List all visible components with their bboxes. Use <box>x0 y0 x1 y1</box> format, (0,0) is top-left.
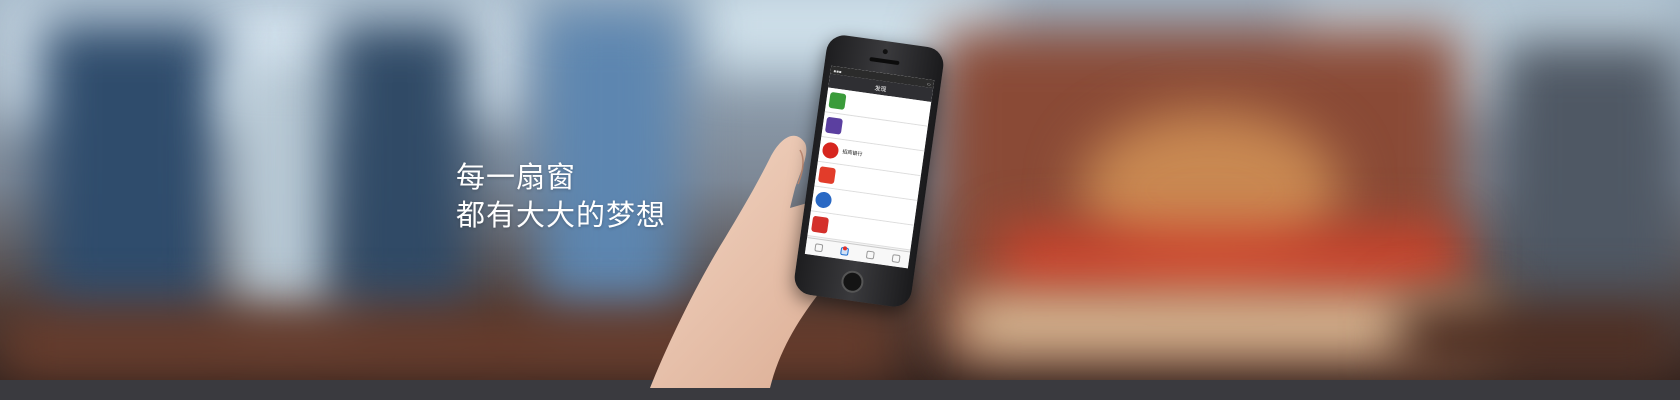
camera-icon <box>882 48 889 55</box>
battery-icon: ▭ <box>926 80 932 87</box>
bag-icon <box>824 116 844 135</box>
airline-icon <box>811 215 830 234</box>
phone-screen: ▪▪▪ ▭ 发现 招商银行 <box>804 65 935 269</box>
chat-icon <box>814 242 824 252</box>
checkbox-icon <box>828 91 847 110</box>
tab-me[interactable] <box>891 253 901 264</box>
home-button[interactable] <box>839 269 865 295</box>
tab-discover[interactable] <box>840 245 850 256</box>
signal-icon: ▪▪▪ <box>833 67 843 74</box>
tab-contacts[interactable] <box>865 249 875 260</box>
notification-badge <box>842 245 848 251</box>
speaker-grille <box>869 57 900 66</box>
nav-title: 发现 <box>874 84 887 94</box>
bank-icon <box>821 141 840 160</box>
telecom-icon <box>814 190 833 209</box>
me-icon <box>891 253 901 263</box>
app-icon <box>817 166 837 185</box>
tab-chat[interactable] <box>814 242 824 253</box>
contacts-icon <box>865 249 875 260</box>
service-list: 招商银行 <box>807 87 932 251</box>
